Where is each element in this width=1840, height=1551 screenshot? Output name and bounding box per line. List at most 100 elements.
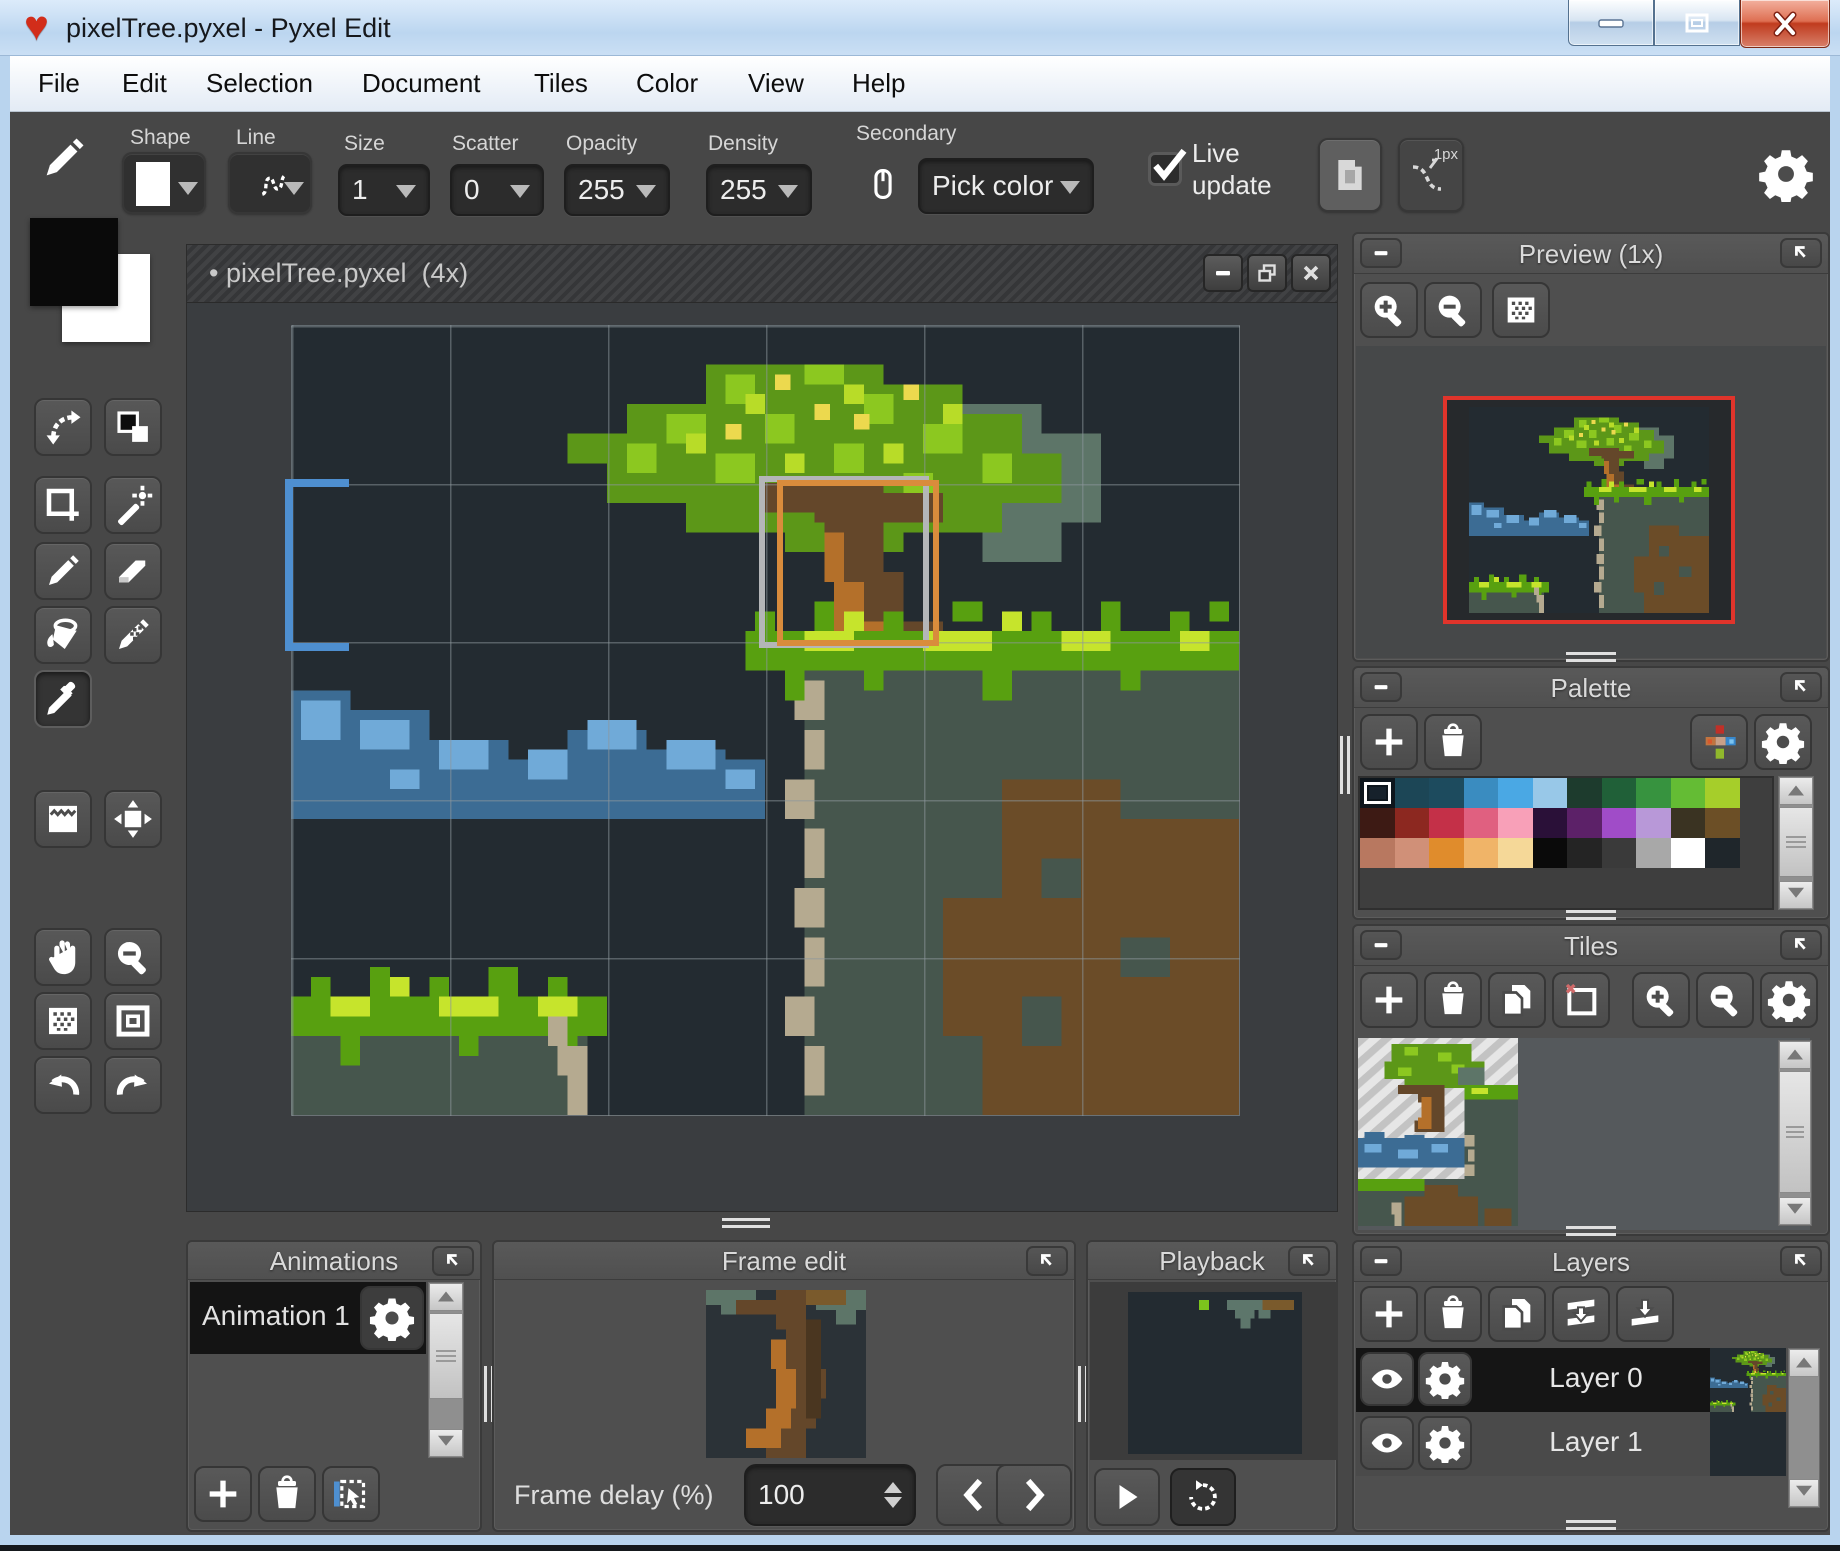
palette-scroll-thumb[interactable] bbox=[1779, 807, 1813, 877]
one-pixel-curve-toggle[interactable]: 1px bbox=[1398, 138, 1464, 212]
tiles-layers-splitter[interactable] bbox=[1566, 1226, 1616, 1238]
palette-swatch[interactable] bbox=[1670, 778, 1705, 808]
swap-colors-button[interactable] bbox=[34, 398, 92, 456]
animations-delete-button[interactable] bbox=[258, 1466, 316, 1522]
tileset-thumbnail[interactable] bbox=[1358, 1038, 1518, 1226]
palette-swatch[interactable] bbox=[1601, 778, 1636, 808]
opacity-dropdown[interactable]: 255 bbox=[564, 164, 670, 216]
magic-wand-tool[interactable] bbox=[104, 476, 162, 534]
layers-scrollbar[interactable] bbox=[1788, 1348, 1820, 1508]
toggle-tile-grid-button[interactable] bbox=[34, 992, 92, 1050]
line-dropdown[interactable] bbox=[228, 152, 312, 214]
tiles-scrollbar[interactable] bbox=[1778, 1040, 1812, 1226]
layer0-thumbnail[interactable] bbox=[1710, 1348, 1786, 1412]
tiles-delete-button[interactable] bbox=[1424, 972, 1482, 1028]
layers-merge-down-button[interactable] bbox=[1552, 1286, 1610, 1342]
animations-select-frames-button[interactable] bbox=[322, 1466, 380, 1522]
tiles-popout-button[interactable] bbox=[1780, 930, 1822, 960]
tile-mode-toggle[interactable] bbox=[1318, 138, 1382, 212]
maximize-button[interactable] bbox=[1654, 0, 1740, 46]
palette-swatch[interactable] bbox=[1463, 838, 1498, 868]
next-frame-button[interactable] bbox=[996, 1464, 1072, 1526]
playback-popout-button[interactable] bbox=[1288, 1246, 1330, 1276]
document-close-button[interactable] bbox=[1291, 254, 1331, 292]
tile-draw-tool[interactable] bbox=[34, 790, 92, 848]
tiles-scroll-up[interactable] bbox=[1779, 1041, 1811, 1069]
animations-add-button[interactable] bbox=[194, 1466, 252, 1522]
palette-popout-button[interactable] bbox=[1780, 672, 1822, 702]
palette-swatch[interactable] bbox=[1360, 808, 1395, 838]
menu-file[interactable]: File bbox=[38, 68, 80, 99]
live-update-checkbox[interactable] bbox=[1148, 152, 1182, 186]
palette-swatch[interactable] bbox=[1670, 838, 1705, 868]
layer1-thumbnail[interactable] bbox=[1710, 1412, 1786, 1476]
layer0-settings-button[interactable] bbox=[1418, 1352, 1472, 1406]
palette-add-button[interactable] bbox=[1360, 714, 1418, 770]
layer-row-selected[interactable]: Layer 0 bbox=[1356, 1348, 1786, 1412]
palette-swatch[interactable] bbox=[1394, 808, 1429, 838]
preview-palette-splitter[interactable] bbox=[1566, 652, 1616, 664]
layers-scroll-down[interactable] bbox=[1789, 1479, 1819, 1507]
layer1-settings-button[interactable] bbox=[1418, 1416, 1472, 1470]
menu-selection[interactable]: Selection bbox=[206, 68, 313, 99]
animations-popout-button[interactable] bbox=[432, 1246, 474, 1276]
current-tool-pencil-icon[interactable] bbox=[38, 132, 90, 184]
tiles-add-button[interactable] bbox=[1360, 972, 1418, 1028]
palette-swatch[interactable] bbox=[1394, 778, 1429, 808]
palette-swatch[interactable] bbox=[1601, 808, 1636, 838]
menu-color[interactable]: Color bbox=[636, 68, 698, 99]
palette-swatch[interactable] bbox=[1705, 778, 1740, 808]
palette-swatch[interactable] bbox=[1567, 838, 1602, 868]
palette-swatch[interactable] bbox=[1532, 778, 1567, 808]
palette-swatch[interactable] bbox=[1532, 808, 1567, 838]
tiles-scroll-down[interactable] bbox=[1779, 1197, 1811, 1225]
minimize-button[interactable] bbox=[1568, 0, 1654, 46]
pick-color-dropdown[interactable]: Pick color bbox=[918, 158, 1094, 214]
layer1-visibility-button[interactable] bbox=[1360, 1416, 1414, 1470]
palette-swatch[interactable] bbox=[1567, 778, 1602, 808]
frame-edit-popout-button[interactable] bbox=[1026, 1246, 1068, 1276]
palette-swatch[interactable] bbox=[1360, 778, 1395, 808]
palette-delete-button[interactable] bbox=[1424, 714, 1482, 770]
hand-tool[interactable] bbox=[34, 928, 92, 986]
palette-swatch[interactable] bbox=[1601, 838, 1636, 868]
pixel-canvas[interactable] bbox=[291, 325, 1239, 1115]
layer0-visibility-button[interactable] bbox=[1360, 1352, 1414, 1406]
undo-button[interactable] bbox=[34, 1056, 92, 1114]
animations-scroll-up[interactable] bbox=[429, 1283, 463, 1311]
layers-scroll-up[interactable] bbox=[1789, 1349, 1819, 1377]
toggle-frame-border-button[interactable] bbox=[104, 992, 162, 1050]
palette-swatch[interactable] bbox=[1636, 808, 1671, 838]
preview-zoom-out-button[interactable] bbox=[1424, 282, 1482, 338]
tiles-zoom-in-button[interactable] bbox=[1632, 972, 1690, 1028]
menu-view[interactable]: View bbox=[748, 68, 804, 99]
palette-swatch[interactable] bbox=[1498, 778, 1533, 808]
tiles-zoom-out-button[interactable] bbox=[1696, 972, 1754, 1028]
palette-tiles-splitter[interactable] bbox=[1566, 910, 1616, 922]
palette-swatch[interactable] bbox=[1636, 778, 1671, 808]
animations-scroll-down[interactable] bbox=[429, 1429, 463, 1457]
menu-edit[interactable]: Edit bbox=[122, 68, 167, 99]
canvas-bottom-splitter[interactable] bbox=[722, 1218, 770, 1230]
palette-swatch[interactable] bbox=[1463, 778, 1498, 808]
document-titlebar[interactable]: • pixelTree.pyxel (4x) bbox=[187, 245, 1337, 303]
default-colors-button[interactable] bbox=[104, 398, 162, 456]
preview-grid-button[interactable] bbox=[1492, 282, 1550, 338]
palette-swatch[interactable] bbox=[1498, 838, 1533, 868]
layers-bottom-splitter[interactable] bbox=[1566, 1520, 1616, 1532]
toolbar-settings-gear-icon[interactable] bbox=[1758, 146, 1814, 202]
play-button[interactable] bbox=[1094, 1468, 1160, 1526]
pencil-tool[interactable] bbox=[34, 542, 92, 600]
select-tool[interactable] bbox=[34, 476, 92, 534]
layers-popout-button[interactable] bbox=[1780, 1246, 1822, 1276]
preview-zoom-in-button[interactable] bbox=[1360, 282, 1418, 338]
shape-dropdown[interactable] bbox=[122, 152, 206, 214]
palette-scroll-down[interactable] bbox=[1779, 881, 1813, 909]
canvas-right-splitter[interactable] bbox=[1340, 736, 1352, 794]
menu-help[interactable]: Help bbox=[852, 68, 905, 99]
density-dropdown[interactable]: 255 bbox=[706, 164, 812, 216]
palette-scroll-up[interactable] bbox=[1779, 777, 1813, 805]
layers-delete-button[interactable] bbox=[1424, 1286, 1482, 1342]
fill-bucket-tool[interactable] bbox=[34, 606, 92, 664]
layers-add-button[interactable] bbox=[1360, 1286, 1418, 1342]
